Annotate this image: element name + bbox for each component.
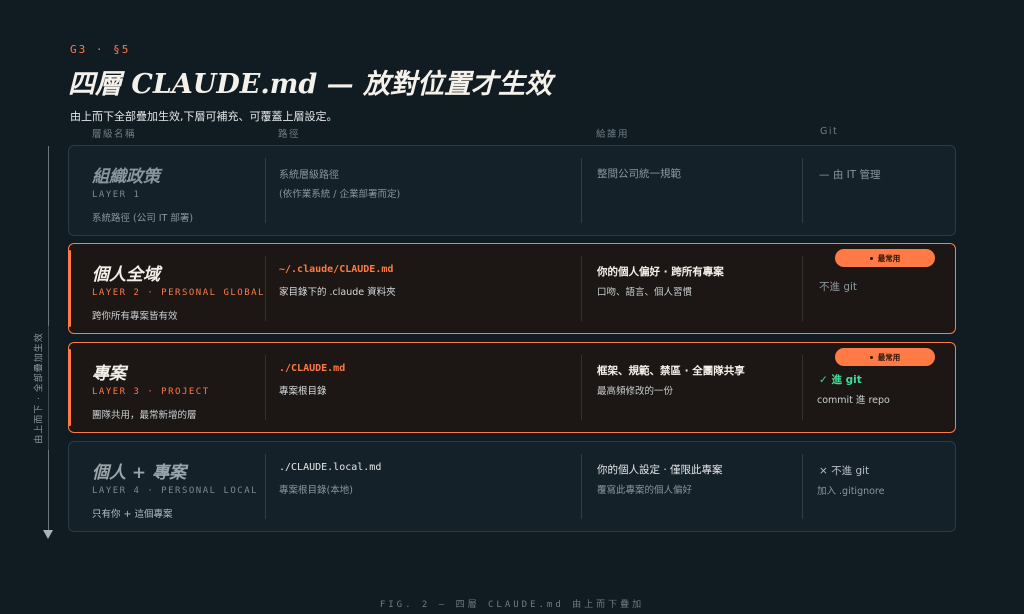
layer-git-detail: 加入 .gitignore [817,486,885,497]
layer-git-status: — 由 IT 管理 [819,169,881,181]
layer-path: ./CLAUDE.local.md [279,462,382,473]
column-divider [581,256,582,321]
layer-path-detail: 家目錄下的 .claude 資料夾 [279,287,396,298]
layer-path-detail: 專案根目錄 [279,386,327,397]
layer-path-detail: (依作業系統 / 企業部署而定) [279,189,401,200]
most-used-badge: 最常用 [835,348,935,366]
layer-git-status: × 不進 git [819,465,870,477]
column-header-git: Git [820,126,839,137]
stack-axis-label: 由上而下 · 全部疊加生效 [27,326,49,450]
layer-card-personal-global: 個人全域 LAYER 2 · PERSONAL GLOBAL 跨你所有專案皆有效… [68,243,956,334]
layer-note: 跨你所有專案皆有效 [92,311,178,322]
layer-name: 個人 + 專案 [92,463,187,483]
layer-git-status: 不進 git [819,281,858,293]
column-divider [802,158,803,223]
figure-caption: FIG. 2 — 四層 CLAUDE.md 由上而下疊加 [379,600,645,610]
layer-name: 組織政策 [92,167,160,187]
layer-name: 個人全域 [92,265,160,285]
column-divider [581,355,582,420]
layer-git-detail: commit 進 repo [817,395,890,406]
layer-name: 專案 [92,364,126,384]
layer-tag: LAYER 1 [92,190,141,200]
column-divider [581,158,582,223]
column-divider [581,454,582,519]
column-divider [802,454,803,519]
column-header-for: 給誰用 [596,129,630,140]
column-divider [265,355,266,420]
layer-path: ./CLAUDE.md [279,363,346,374]
layer-tag: LAYER 4 · PERSONAL LOCAL [92,486,259,496]
badge-label: 最常用 [877,352,901,362]
column-divider [802,256,803,321]
layer-audience: 框架、規範、禁區 · 全團隊共享 [597,365,745,377]
page-subtitle: 由上而下全部疊加生效,下層可補充、可覆蓋上層設定。 [70,110,338,123]
dot-icon [869,256,873,260]
layer-note: 系統路徑 (公司 IT 部署) [92,213,194,224]
layer-card-project: 專案 LAYER 3 · PROJECT 團隊共用，最常新增的層 ./CLAUD… [68,342,956,433]
layer-audience-detail: 口吻、語言、個人習慣 [597,287,693,298]
column-divider [265,454,266,519]
layer-card-personal-local: 個人 + 專案 LAYER 4 · PERSONAL LOCAL 只有你 + 這… [68,441,956,532]
column-divider [265,256,266,321]
column-divider [265,158,266,223]
layer-git-status: ✓ 進 git [819,374,862,386]
eyebrow: G3 · §5 [70,43,131,56]
layer-note: 只有你 + 這個專案 [92,509,173,520]
layer-tag: LAYER 3 · PROJECT [92,387,210,397]
layer-audience-detail: 覆寫此專案的個人偏好 [597,485,693,496]
layer-audience: 你的個人偏好 · 跨所有專案 [597,266,724,278]
dot-icon [869,355,873,359]
layer-note: 團隊共用，最常新增的層 [92,410,197,421]
layer-path-detail: 專案根目錄(本地) [279,485,353,496]
layer-audience-detail: 最高頻修改的一份 [597,386,674,397]
layer-card-organization: 組織政策 LAYER 1 系統路徑 (公司 IT 部署) 系統層級路徑 (依作業… [68,145,956,236]
column-divider [802,355,803,420]
arrow-down-icon [43,530,53,539]
layer-path: 系統層級路徑 [279,170,339,181]
layer-audience: 整間公司統一規範 [597,168,681,180]
layer-path: ~/.claude/CLAUDE.md [279,264,394,275]
column-header-name: 層級名稱 [92,129,137,140]
layer-tag: LAYER 2 · PERSONAL GLOBAL [92,288,265,298]
layer-audience: 你的個人設定 · 僅限此專案 [597,464,723,476]
column-header-path: 路徑 [278,129,301,140]
badge-label: 最常用 [877,253,901,263]
most-used-badge: 最常用 [835,249,935,267]
page-title: 四層 CLAUDE.md — 放對位置才生效 [68,69,553,100]
